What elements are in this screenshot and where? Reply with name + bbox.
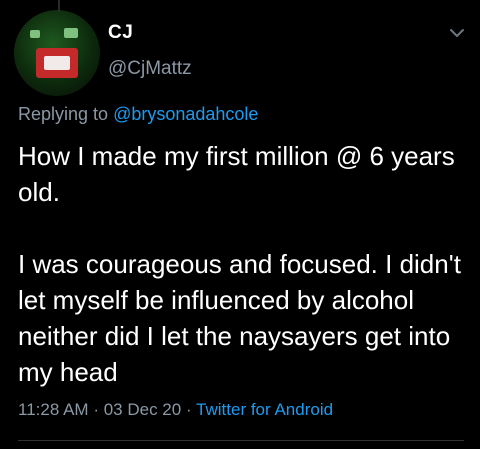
avatar-shape [44, 56, 70, 70]
avatar-shape [64, 28, 78, 38]
reply-mention-link[interactable]: @brysonadahcole [113, 104, 258, 124]
avatar-decoration [58, 0, 60, 12]
avatar[interactable] [14, 10, 100, 96]
meta-separator: · [185, 400, 192, 419]
tweet-date[interactable]: 03 Dec 20 [104, 400, 182, 419]
reply-context: Replying to @brysonadahcole [18, 104, 258, 125]
chevron-down-icon[interactable] [448, 26, 466, 40]
user-handle[interactable]: @CjMattz [108, 58, 192, 80]
reply-prefix: Replying to [18, 104, 109, 124]
display-name[interactable]: CJ [108, 22, 133, 44]
tweet-metadata: 11:28 AM · 03 Dec 20 · Twitter for Andro… [18, 400, 333, 420]
avatar-shape [30, 30, 40, 38]
tweet-text: How I made my first million @ 6 years ol… [18, 141, 461, 387]
tweet-source-link[interactable]: Twitter for Android [196, 400, 333, 419]
tweet-time[interactable]: 11:28 AM [18, 400, 89, 419]
divider [18, 440, 464, 441]
meta-separator: · [93, 400, 99, 419]
